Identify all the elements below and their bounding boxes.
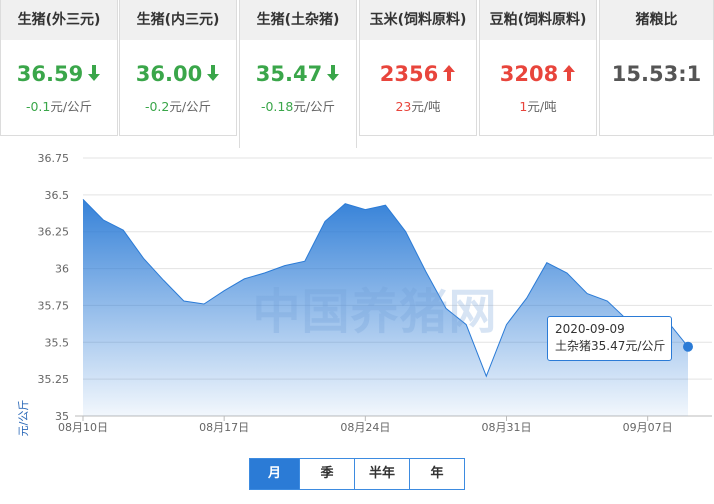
card-title: 生猪(土杂猪)	[240, 0, 356, 40]
x-tick-label: 08月24日	[340, 421, 390, 434]
x-tick-label: 08月31日	[482, 421, 532, 434]
card-change: -0.18元/公斤	[260, 99, 336, 114]
card-price: 3208	[480, 62, 596, 86]
arrow-down-icon	[206, 63, 220, 81]
card-price: 35.47	[240, 62, 356, 86]
card-title: 玉米(饲料原料)	[360, 0, 476, 40]
chart-tooltip: 2020-09-09 土杂猪35.47元/公斤	[547, 316, 672, 361]
range-quarter-button[interactable]: 季	[299, 459, 354, 489]
y-axis-title: 元/公斤	[17, 400, 30, 437]
x-tick-label: 08月17日	[199, 421, 249, 434]
range-selector: 月 季 半年 年	[249, 458, 465, 490]
y-tick-label: 36	[55, 263, 69, 276]
y-tick-label: 36.5	[45, 189, 70, 202]
price-chart: 3535.2535.535.753636.2536.536.7508月10日 08…	[17, 152, 712, 437]
card-soymeal[interactable]: 豆粕(饲料原料) 3208 1元/吨	[479, 0, 597, 136]
arrow-down-icon	[87, 63, 101, 81]
card-change: -0.1元/公斤	[25, 99, 93, 114]
card-pig-inner[interactable]: 生猪(内三元) 36.00 -0.2元/公斤	[119, 0, 237, 136]
y-tick-label: 36.25	[38, 226, 70, 239]
arrow-up-icon	[442, 63, 456, 81]
card-title: 猪粮比	[600, 0, 713, 40]
price-cards: 生猪(外三元) 36.59 -0.1元/公斤 生猪(内三元) 36.00 -0.…	[0, 0, 714, 148]
watermark: 中国养猪网	[252, 284, 497, 340]
y-tick-label: 35.75	[38, 299, 70, 312]
card-title: 豆粕(饲料原料)	[480, 0, 596, 40]
card-change: 1元/吨	[519, 99, 557, 114]
x-tick-label: 08月10日	[58, 421, 108, 434]
range-month-button[interactable]: 月	[250, 459, 299, 489]
y-tick-label: 35.5	[45, 336, 70, 349]
tooltip-text: 土杂猪35.47元/公斤	[555, 339, 666, 353]
range-year-button[interactable]: 年	[409, 459, 464, 489]
card-price: 36.59	[1, 62, 117, 86]
range-halfyear-button[interactable]: 半年	[354, 459, 409, 489]
y-tick-label: 36.75	[38, 152, 70, 165]
x-tick-label: 09月07日	[623, 421, 673, 434]
card-pig-foreign[interactable]: 生猪(外三元) 36.59 -0.1元/公斤	[0, 0, 118, 136]
card-change: -0.2元/公斤	[144, 99, 212, 114]
arrow-up-icon	[562, 63, 576, 81]
card-price: 2356	[360, 62, 476, 86]
card-pig-mixed[interactable]: 生猪(土杂猪) 35.47 -0.18元/公斤	[239, 0, 357, 148]
card-price: 15.53:1	[611, 62, 702, 86]
card-corn[interactable]: 玉米(饲料原料) 2356 23元/吨	[359, 0, 477, 136]
y-tick-label: 35.25	[38, 373, 70, 386]
arrow-down-icon	[326, 63, 340, 81]
card-title: 生猪(内三元)	[120, 0, 236, 40]
card-change: 23元/吨	[395, 99, 441, 114]
card-pig-grain-ratio[interactable]: 猪粮比 15.53:1	[599, 0, 714, 136]
highlight-point[interactable]	[683, 341, 693, 352]
card-price: 36.00	[120, 62, 236, 86]
card-title: 生猪(外三元)	[1, 0, 117, 40]
tooltip-date: 2020-09-09	[555, 322, 625, 336]
